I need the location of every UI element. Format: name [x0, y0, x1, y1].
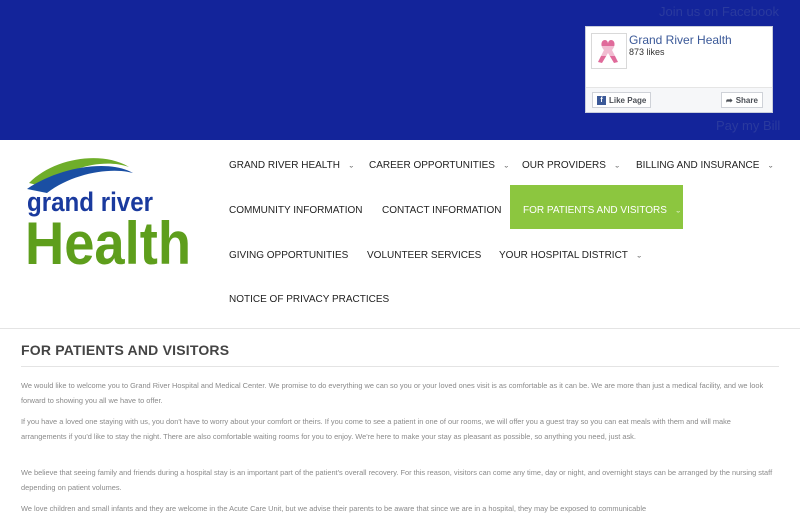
pink-ribbon-icon: [592, 34, 626, 68]
join-facebook-link[interactable]: Join us on Facebook: [659, 4, 779, 19]
chevron-down-icon: ⌄: [635, 252, 643, 259]
nav-volunteer-services[interactable]: VOLUNTEER SERVICES: [367, 250, 481, 261]
facebook-action-bar: f Like Page ➦ Share: [586, 87, 772, 112]
nav-contact-information[interactable]: CONTACT INFORMATION: [382, 205, 501, 216]
facebook-page-widget: Grand River Health 873 likes f Like Page…: [585, 26, 773, 113]
intro-paragraph: We would like to welcome you to Grand Ri…: [21, 381, 764, 405]
nav-label: VOLUNTEER SERVICES: [367, 250, 482, 261]
children-paragraph: We love children and small infants and t…: [21, 504, 647, 513]
facebook-page-thumbnail[interactable]: [591, 33, 627, 69]
page-title: FOR PATIENTS AND VISITORS: [21, 342, 230, 358]
like-page-button[interactable]: f Like Page: [592, 92, 652, 108]
grand-river-health-logo[interactable]: grand river Health: [25, 153, 195, 268]
nav-community-information[interactable]: COMMUNITY INFORMATION: [229, 205, 363, 216]
facebook-page-name[interactable]: Grand River Health: [629, 33, 732, 47]
title-divider: [21, 366, 779, 367]
nav-notice-of-privacy-practices[interactable]: NOTICE OF PRIVACY PRACTICES: [229, 294, 389, 305]
logo-text-health: Health: [25, 210, 191, 268]
pay-bill-link[interactable]: Pay my Bill: [716, 118, 780, 133]
nav-label: YOUR HOSPITAL DISTRICT: [499, 250, 628, 261]
facebook-like-count: 873 likes: [629, 47, 665, 57]
nav-label: FOR PATIENTS AND VISITORS: [523, 205, 667, 216]
share-button[interactable]: ➦ Share: [721, 92, 763, 108]
nav-label: OUR PROVIDERS: [522, 160, 606, 171]
chevron-down-icon: ⌄: [613, 162, 621, 169]
nav-giving-opportunities[interactable]: GIVING OPPORTUNITIES: [229, 250, 348, 261]
nav-label: GRAND RIVER HEALTH: [229, 160, 340, 171]
nav-label: CONTACT INFORMATION: [382, 205, 502, 216]
header-divider: [0, 328, 800, 329]
nav-career-opportunities[interactable]: CAREER OPPORTUNITIES ⌄: [369, 160, 510, 171]
chevron-down-icon: ⌄: [347, 162, 355, 169]
chevron-down-icon: ⌄: [674, 207, 682, 214]
chevron-down-icon: ⌄: [502, 162, 510, 169]
nav-label: NOTICE OF PRIVACY PRACTICES: [229, 294, 390, 305]
nav-your-hospital-district[interactable]: YOUR HOSPITAL DISTRICT ⌄: [499, 250, 643, 261]
share-label: Share: [735, 95, 758, 105]
chevron-down-icon: ⌄: [767, 162, 775, 169]
top-banner: Join us on Facebook Grand River Health 8…: [0, 0, 800, 140]
nav-billing-and-insurance[interactable]: BILLING AND INSURANCE ⌄: [636, 160, 774, 171]
facebook-icon: f: [597, 95, 606, 105]
nav-for-patients-and-visitors[interactable]: FOR PATIENTS AND VISITORS ⌄: [523, 205, 682, 216]
nav-label: CAREER OPPORTUNITIES: [369, 160, 495, 171]
nav-label: BILLING AND INSURANCE: [636, 160, 760, 171]
nav-grand-river-health[interactable]: GRAND RIVER HEALTH ⌄: [229, 160, 355, 171]
like-page-label: Like Page: [609, 95, 647, 105]
loved-ones-paragraph: If you have a loved one staying with us,…: [21, 417, 731, 441]
nav-our-providers[interactable]: OUR PROVIDERS ⌄: [522, 160, 621, 171]
nav-label: COMMUNITY INFORMATION: [229, 205, 363, 216]
share-arrow-icon: ➦: [726, 95, 733, 105]
nav-label: GIVING OPPORTUNITIES: [229, 250, 349, 261]
visitation-paragraph: We believe that seeing family and friend…: [21, 468, 773, 492]
